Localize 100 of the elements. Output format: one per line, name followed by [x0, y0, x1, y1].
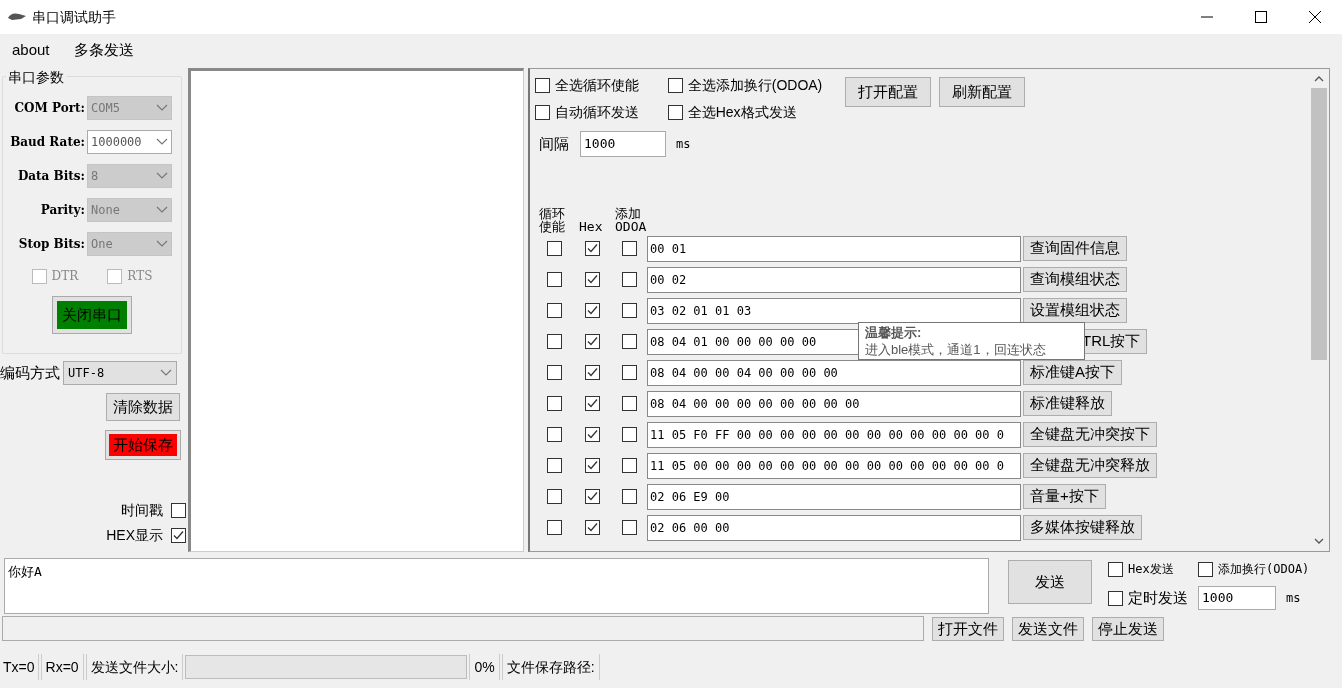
- checkbox[interactable]: [546, 489, 562, 504]
- caret-icon: [156, 172, 168, 180]
- close-icon[interactable]: [1308, 10, 1322, 24]
- checkbox-label: 全选Hex格式发送: [687, 103, 797, 122]
- checkbox[interactable]: [621, 520, 637, 535]
- send-command-button[interactable]: 多媒体按键释放: [1023, 515, 1142, 540]
- checkbox[interactable]: [31, 268, 47, 284]
- file-size-label: 发送文件大小:: [85, 654, 184, 680]
- checkbox-label: HEX显示: [106, 526, 163, 545]
- checkbox[interactable]: [584, 427, 600, 442]
- send-command-button[interactable]: 查询模组状态: [1023, 267, 1127, 292]
- checkbox[interactable]: [621, 334, 637, 349]
- start-save-button[interactable]: 开始保存: [106, 431, 180, 459]
- checkbox[interactable]: [667, 105, 683, 120]
- caret-icon: [156, 138, 168, 146]
- checkbox-label: 自动循环发送: [555, 103, 639, 122]
- checkbox[interactable]: [546, 303, 562, 318]
- scroll-thumb[interactable]: [1311, 88, 1327, 360]
- send-data-field[interactable]: 02 06 E9 00: [647, 483, 1021, 510]
- send-command-button[interactable]: 音量+按下: [1023, 484, 1106, 509]
- send-data-field[interactable]: 08 04 00 00 00 00 00 00 00 00: [647, 390, 1021, 417]
- dropdown-value: None: [91, 202, 120, 219]
- unit-label: ms: [676, 136, 691, 153]
- checkbox[interactable]: [546, 520, 562, 535]
- file-button[interactable]: 打开文件: [932, 616, 1004, 641]
- interval-field[interactable]: 1000: [580, 131, 666, 157]
- checkbox[interactable]: [584, 365, 600, 380]
- send-command-button[interactable]: 标准键释放: [1023, 391, 1112, 416]
- checkbox-label: 全选循环使能: [555, 76, 639, 95]
- checkbox[interactable]: [621, 303, 637, 318]
- checkbox[interactable]: [621, 365, 637, 380]
- checkbox[interactable]: [546, 458, 562, 473]
- send-text-area[interactable]: 你好A: [4, 558, 989, 614]
- checkbox[interactable]: [584, 241, 600, 256]
- send-command-button[interactable]: 设置模组状态: [1023, 298, 1127, 323]
- field-label: Data Bits:: [16, 168, 86, 185]
- checkbox[interactable]: [1108, 561, 1123, 577]
- file-button[interactable]: 停止发送: [1092, 616, 1164, 641]
- checkbox[interactable]: [535, 105, 550, 120]
- checkbox[interactable]: [535, 78, 550, 93]
- checkbox[interactable]: [621, 427, 637, 442]
- checkbox[interactable]: [584, 303, 600, 318]
- checkbox[interactable]: [546, 365, 562, 380]
- send-data-field[interactable]: 08 04 00 00 04 00 00 00 00: [647, 359, 1021, 386]
- checkbox[interactable]: [171, 503, 186, 518]
- config-button[interactable]: 打开配置: [845, 77, 931, 107]
- checkbox[interactable]: [584, 520, 600, 535]
- file-button[interactable]: 发送文件: [1012, 616, 1084, 641]
- send-data-field[interactable]: 00 01: [647, 235, 1021, 262]
- unit-label: ms: [1286, 590, 1301, 607]
- checkbox[interactable]: [621, 272, 637, 287]
- close-port-button[interactable]: 关闭串口: [53, 297, 131, 333]
- file-path-field[interactable]: [2, 616, 924, 641]
- field-label: Baud Rate:: [9, 134, 86, 151]
- checkbox[interactable]: [546, 334, 562, 349]
- config-button[interactable]: 刷新配置: [939, 77, 1025, 107]
- checkbox[interactable]: [621, 458, 637, 473]
- checkbox[interactable]: [584, 272, 600, 287]
- checkbox[interactable]: [584, 458, 600, 473]
- dropdown[interactable]: 1000000: [87, 130, 172, 154]
- scroll-down-icon[interactable]: [1314, 538, 1324, 545]
- checkbox[interactable]: [621, 489, 637, 504]
- checkbox[interactable]: [621, 241, 637, 256]
- maximize-icon[interactable]: [1254, 10, 1268, 24]
- checkbox[interactable]: [546, 272, 562, 287]
- rx-count: Rx=0: [40, 654, 84, 680]
- checkbox[interactable]: [584, 396, 600, 411]
- checkbox[interactable]: [546, 427, 562, 442]
- checkbox[interactable]: [1198, 561, 1213, 577]
- checkbox[interactable]: [546, 396, 562, 411]
- checkbox[interactable]: [107, 268, 123, 284]
- send-data-field[interactable]: 00 02: [647, 266, 1021, 293]
- send-data-field[interactable]: 11 05 00 00 00 00 00 00 00 00 00 00 00 00 00 00 0: [647, 452, 1021, 479]
- send-command-button[interactable]: 全键盘无冲突按下: [1023, 422, 1157, 447]
- menu-item[interactable]: 多条发送: [73, 38, 134, 62]
- interval-label: 间隔: [539, 133, 570, 154]
- column-header: Hex: [578, 220, 604, 233]
- checkbox[interactable]: [584, 334, 600, 349]
- dropdown-value: COM5: [91, 100, 120, 117]
- checkbox[interactable]: [667, 78, 683, 93]
- send-data-field[interactable]: 02 06 00 00: [647, 514, 1021, 541]
- caret-icon: [160, 369, 172, 377]
- checkbox[interactable]: [171, 528, 186, 543]
- encoding-dropdown[interactable]: UTF-8: [63, 361, 177, 385]
- period-field[interactable]: 1000: [1198, 586, 1276, 610]
- send-data-field[interactable]: 11 05 F0 FF 00 00 00 00 00 00 00 00 00 00 00 00 0: [647, 421, 1021, 448]
- checkbox[interactable]: [546, 241, 562, 256]
- send-button[interactable]: 发送: [1008, 560, 1092, 604]
- clear-data-button[interactable]: 清除数据: [106, 393, 180, 421]
- send-command-button[interactable]: 查询固件信息: [1023, 236, 1127, 261]
- checkbox-label: 定时发送: [1128, 587, 1188, 608]
- send-command-button[interactable]: 标准键A按下: [1023, 360, 1122, 385]
- scroll-up-icon[interactable]: [1314, 75, 1324, 82]
- menu-item[interactable]: about: [12, 38, 50, 62]
- column-header: 循环使能: [538, 207, 566, 233]
- send-command-button[interactable]: 全键盘无冲突释放: [1023, 453, 1157, 478]
- checkbox[interactable]: [621, 396, 637, 411]
- checkbox[interactable]: [584, 489, 600, 504]
- send-data-field[interactable]: 03 02 01 01 03: [647, 297, 1021, 324]
- checkbox[interactable]: [1108, 590, 1123, 606]
